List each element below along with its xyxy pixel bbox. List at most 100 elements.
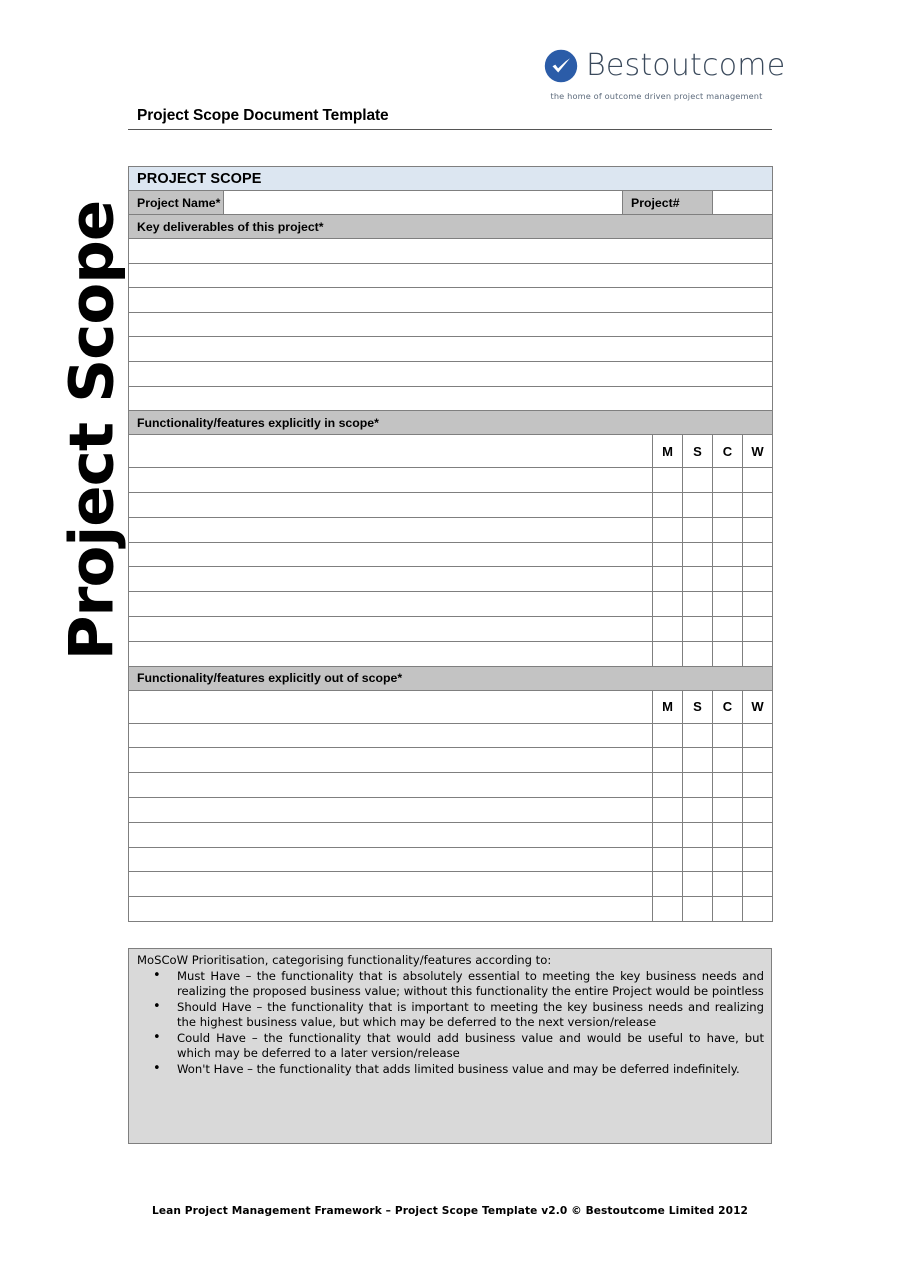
out-of-scope-item-input[interactable] — [128, 722, 653, 749]
in-scope-row — [128, 615, 774, 642]
out-of-scope-w-cell[interactable] — [741, 747, 774, 774]
in-scope-c-cell[interactable] — [712, 591, 743, 617]
in-scope-s-cell[interactable] — [682, 640, 713, 667]
check-circle-icon — [543, 48, 579, 84]
in-scope-item-input[interactable] — [128, 591, 653, 617]
out-of-scope-w-cell[interactable] — [741, 722, 774, 749]
in-scope-m-cell[interactable] — [652, 615, 683, 642]
out-of-scope-s-cell[interactable] — [682, 747, 713, 774]
out-of-scope-header-row: Functionality/features explicitly out of… — [127, 665, 774, 691]
in-scope-s-cell[interactable] — [682, 467, 713, 493]
in-scope-column-header-row: M S C W — [128, 434, 774, 469]
out-of-scope-c-cell[interactable] — [712, 796, 743, 823]
moscow-item-must: Must Have – the functionality that is ab… — [153, 968, 764, 999]
out-of-scope-c-cell[interactable] — [712, 772, 743, 798]
out-of-scope-m-cell[interactable] — [652, 821, 683, 848]
out-of-scope-row — [128, 747, 774, 774]
out-of-scope-m-cell[interactable] — [652, 722, 683, 749]
in-scope-item-input[interactable] — [128, 566, 653, 593]
project-name-input[interactable] — [223, 190, 623, 215]
out-of-scope-item-input[interactable] — [128, 871, 653, 898]
out-of-scope-s-cell[interactable] — [682, 772, 713, 798]
project-number-input[interactable] — [711, 190, 774, 215]
in-scope-s-cell[interactable] — [682, 591, 713, 617]
deliverable-input[interactable] — [127, 311, 774, 338]
deliverable-input[interactable] — [127, 238, 774, 264]
out-of-scope-s-cell[interactable] — [682, 871, 713, 898]
out-of-scope-m-cell[interactable] — [652, 896, 683, 922]
in-scope-item-input[interactable] — [128, 541, 653, 568]
out-of-scope-m-cell[interactable] — [652, 747, 683, 774]
out-of-scope-c-cell[interactable] — [712, 821, 743, 848]
in-scope-m-cell[interactable] — [652, 640, 683, 667]
in-scope-m-cell[interactable] — [652, 541, 683, 568]
out-of-scope-w-cell[interactable] — [741, 871, 774, 898]
out-of-scope-c-cell[interactable] — [712, 846, 743, 873]
project-number-label: Project# — [622, 190, 713, 215]
in-scope-item-input[interactable] — [128, 516, 653, 543]
out-of-scope-w-cell[interactable] — [741, 896, 774, 922]
in-scope-item-input[interactable] — [128, 467, 653, 493]
in-scope-c-cell[interactable] — [712, 491, 743, 518]
out-of-scope-w-cell[interactable] — [741, 796, 774, 823]
in-scope-m-cell[interactable] — [652, 591, 683, 617]
in-scope-w-cell[interactable] — [741, 467, 774, 493]
in-scope-m-cell[interactable] — [652, 566, 683, 593]
deliverable-input[interactable] — [127, 287, 774, 313]
out-of-scope-s-cell[interactable] — [682, 722, 713, 749]
out-of-scope-c-cell[interactable] — [712, 747, 743, 774]
in-scope-item-column-header — [128, 434, 653, 469]
in-scope-s-cell[interactable] — [682, 566, 713, 593]
in-scope-item-input[interactable] — [128, 615, 653, 642]
out-of-scope-c-cell[interactable] — [712, 871, 743, 898]
in-scope-item-input[interactable] — [128, 640, 653, 667]
out-of-scope-item-input[interactable] — [128, 821, 653, 848]
out-of-scope-m-cell[interactable] — [652, 871, 683, 898]
in-scope-s-cell[interactable] — [682, 491, 713, 518]
out-of-scope-item-input[interactable] — [128, 846, 653, 873]
page-title: Project Scope Document Template — [137, 107, 389, 124]
deliverable-input[interactable] — [127, 360, 774, 387]
out-of-scope-c-cell[interactable] — [712, 722, 743, 749]
in-scope-c-cell[interactable] — [712, 516, 743, 543]
in-scope-m-cell[interactable] — [652, 491, 683, 518]
in-scope-w-cell[interactable] — [741, 591, 774, 617]
in-scope-m-cell[interactable] — [652, 467, 683, 493]
out-of-scope-m-cell[interactable] — [652, 796, 683, 823]
in-scope-w-cell[interactable] — [741, 516, 774, 543]
brand-tagline: the home of outcome driven project manag… — [550, 91, 763, 101]
deliverable-row — [127, 238, 774, 264]
in-scope-w-cell[interactable] — [741, 491, 774, 518]
in-scope-s-cell[interactable] — [682, 615, 713, 642]
in-scope-w-cell[interactable] — [741, 640, 774, 667]
out-of-scope-s-cell[interactable] — [682, 821, 713, 848]
in-scope-s-cell[interactable] — [682, 541, 713, 568]
in-scope-w-cell[interactable] — [741, 566, 774, 593]
out-of-scope-s-cell[interactable] — [682, 896, 713, 922]
in-scope-c-cell[interactable] — [712, 566, 743, 593]
out-of-scope-item-input[interactable] — [128, 796, 653, 823]
in-scope-c-cell[interactable] — [712, 615, 743, 642]
in-scope-s-cell[interactable] — [682, 516, 713, 543]
out-of-scope-item-input[interactable] — [128, 896, 653, 922]
deliverable-input[interactable] — [127, 262, 774, 289]
in-scope-w-cell[interactable] — [741, 541, 774, 568]
in-scope-c-cell[interactable] — [712, 467, 743, 493]
out-of-scope-c-cell[interactable] — [712, 896, 743, 922]
out-of-scope-s-cell[interactable] — [682, 846, 713, 873]
in-scope-c-cell[interactable] — [712, 640, 743, 667]
out-of-scope-s-cell[interactable] — [682, 796, 713, 823]
out-of-scope-w-cell[interactable] — [741, 846, 774, 873]
out-of-scope-item-input[interactable] — [128, 747, 653, 774]
in-scope-c-cell[interactable] — [712, 541, 743, 568]
out-of-scope-m-cell[interactable] — [652, 772, 683, 798]
out-of-scope-w-cell[interactable] — [741, 772, 774, 798]
out-of-scope-m-cell[interactable] — [652, 846, 683, 873]
deliverable-input[interactable] — [127, 385, 774, 412]
in-scope-w-cell[interactable] — [741, 615, 774, 642]
deliverable-input[interactable] — [127, 336, 774, 362]
out-of-scope-item-input[interactable] — [128, 772, 653, 798]
in-scope-item-input[interactable] — [128, 491, 653, 518]
out-of-scope-w-cell[interactable] — [741, 821, 774, 848]
in-scope-m-cell[interactable] — [652, 516, 683, 543]
